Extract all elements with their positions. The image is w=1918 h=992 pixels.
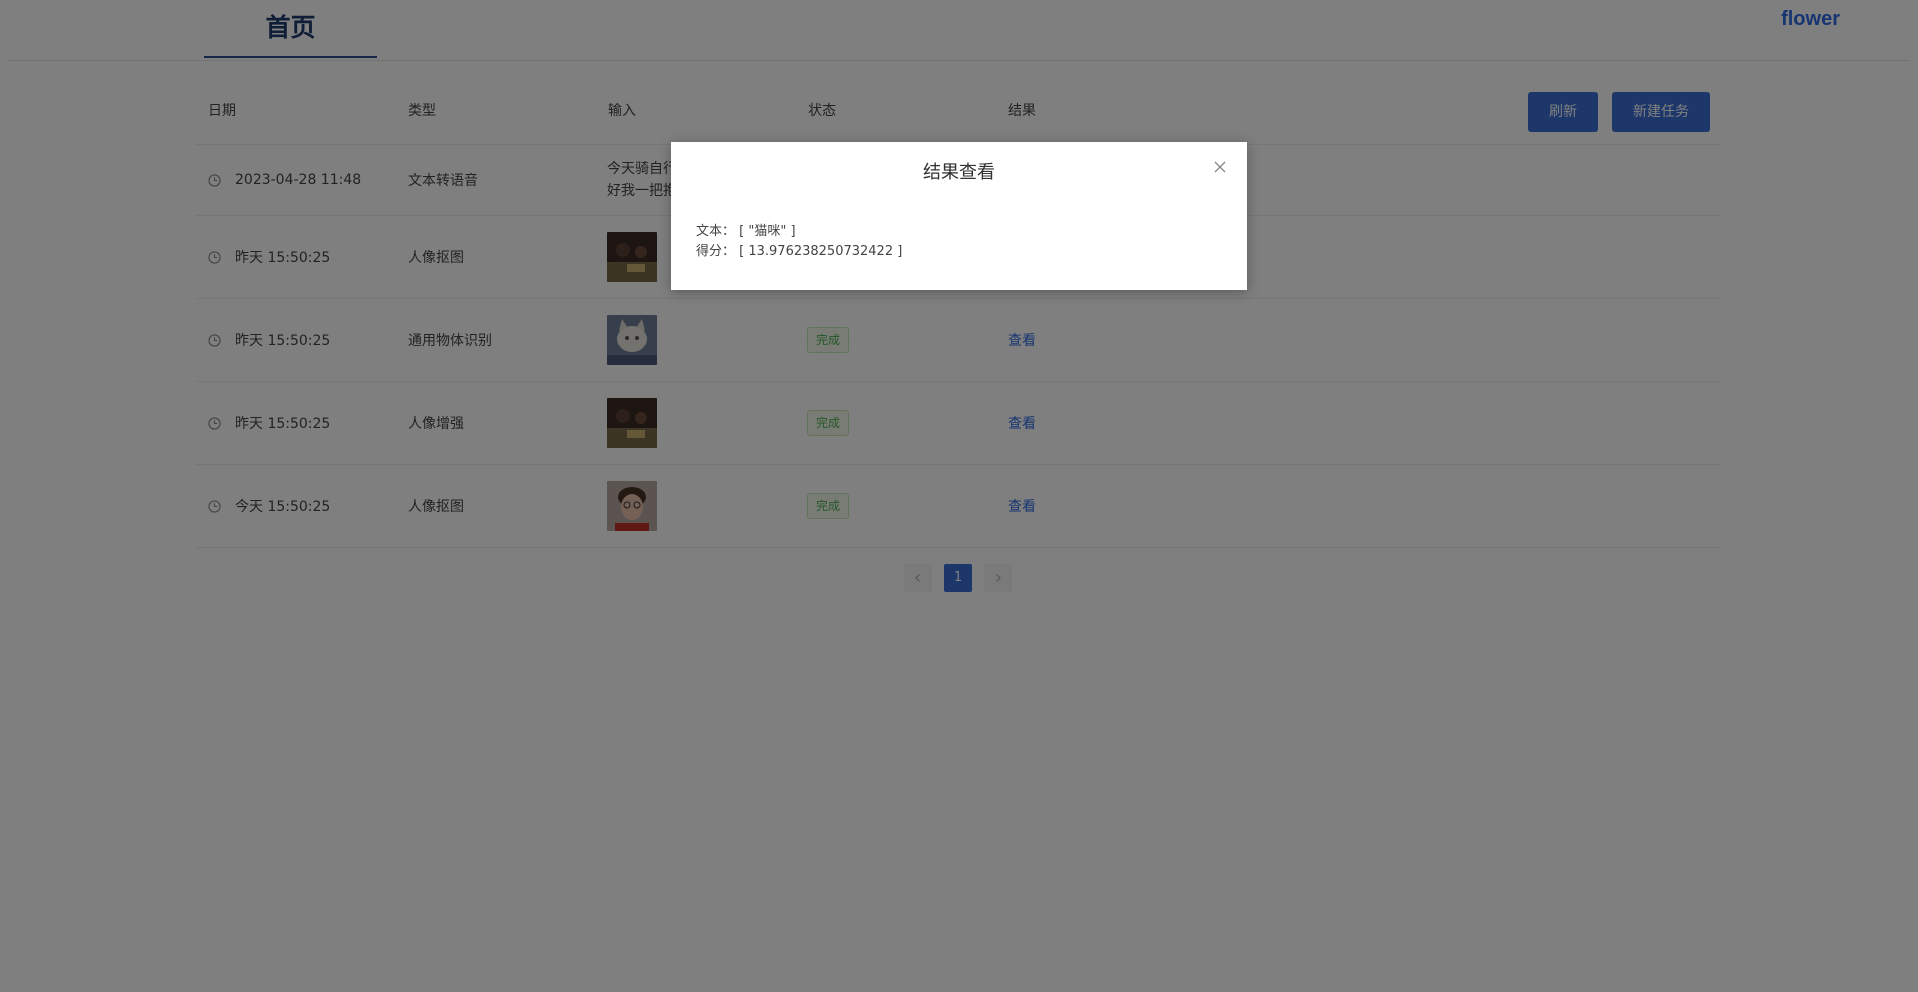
close-icon[interactable]	[1213, 160, 1227, 174]
result-dialog: 结果查看 文本： [ "猫咪" ] 得分： [ 13.9762382507324…	[671, 142, 1247, 290]
score-label: 得分：	[696, 244, 736, 259]
score-result-line: 得分： [ 13.976238250732422 ]	[696, 242, 902, 262]
text-result-line: 文本： [ "猫咪" ]	[696, 222, 902, 242]
text-value: [ "猫咪" ]	[739, 224, 796, 239]
score-value: [ 13.976238250732422 ]	[739, 244, 903, 259]
dialog-body: 文本： [ "猫咪" ] 得分： [ 13.976238250732422 ]	[696, 222, 902, 262]
dialog-title: 结果查看	[923, 162, 995, 183]
text-label: 文本：	[696, 224, 736, 239]
